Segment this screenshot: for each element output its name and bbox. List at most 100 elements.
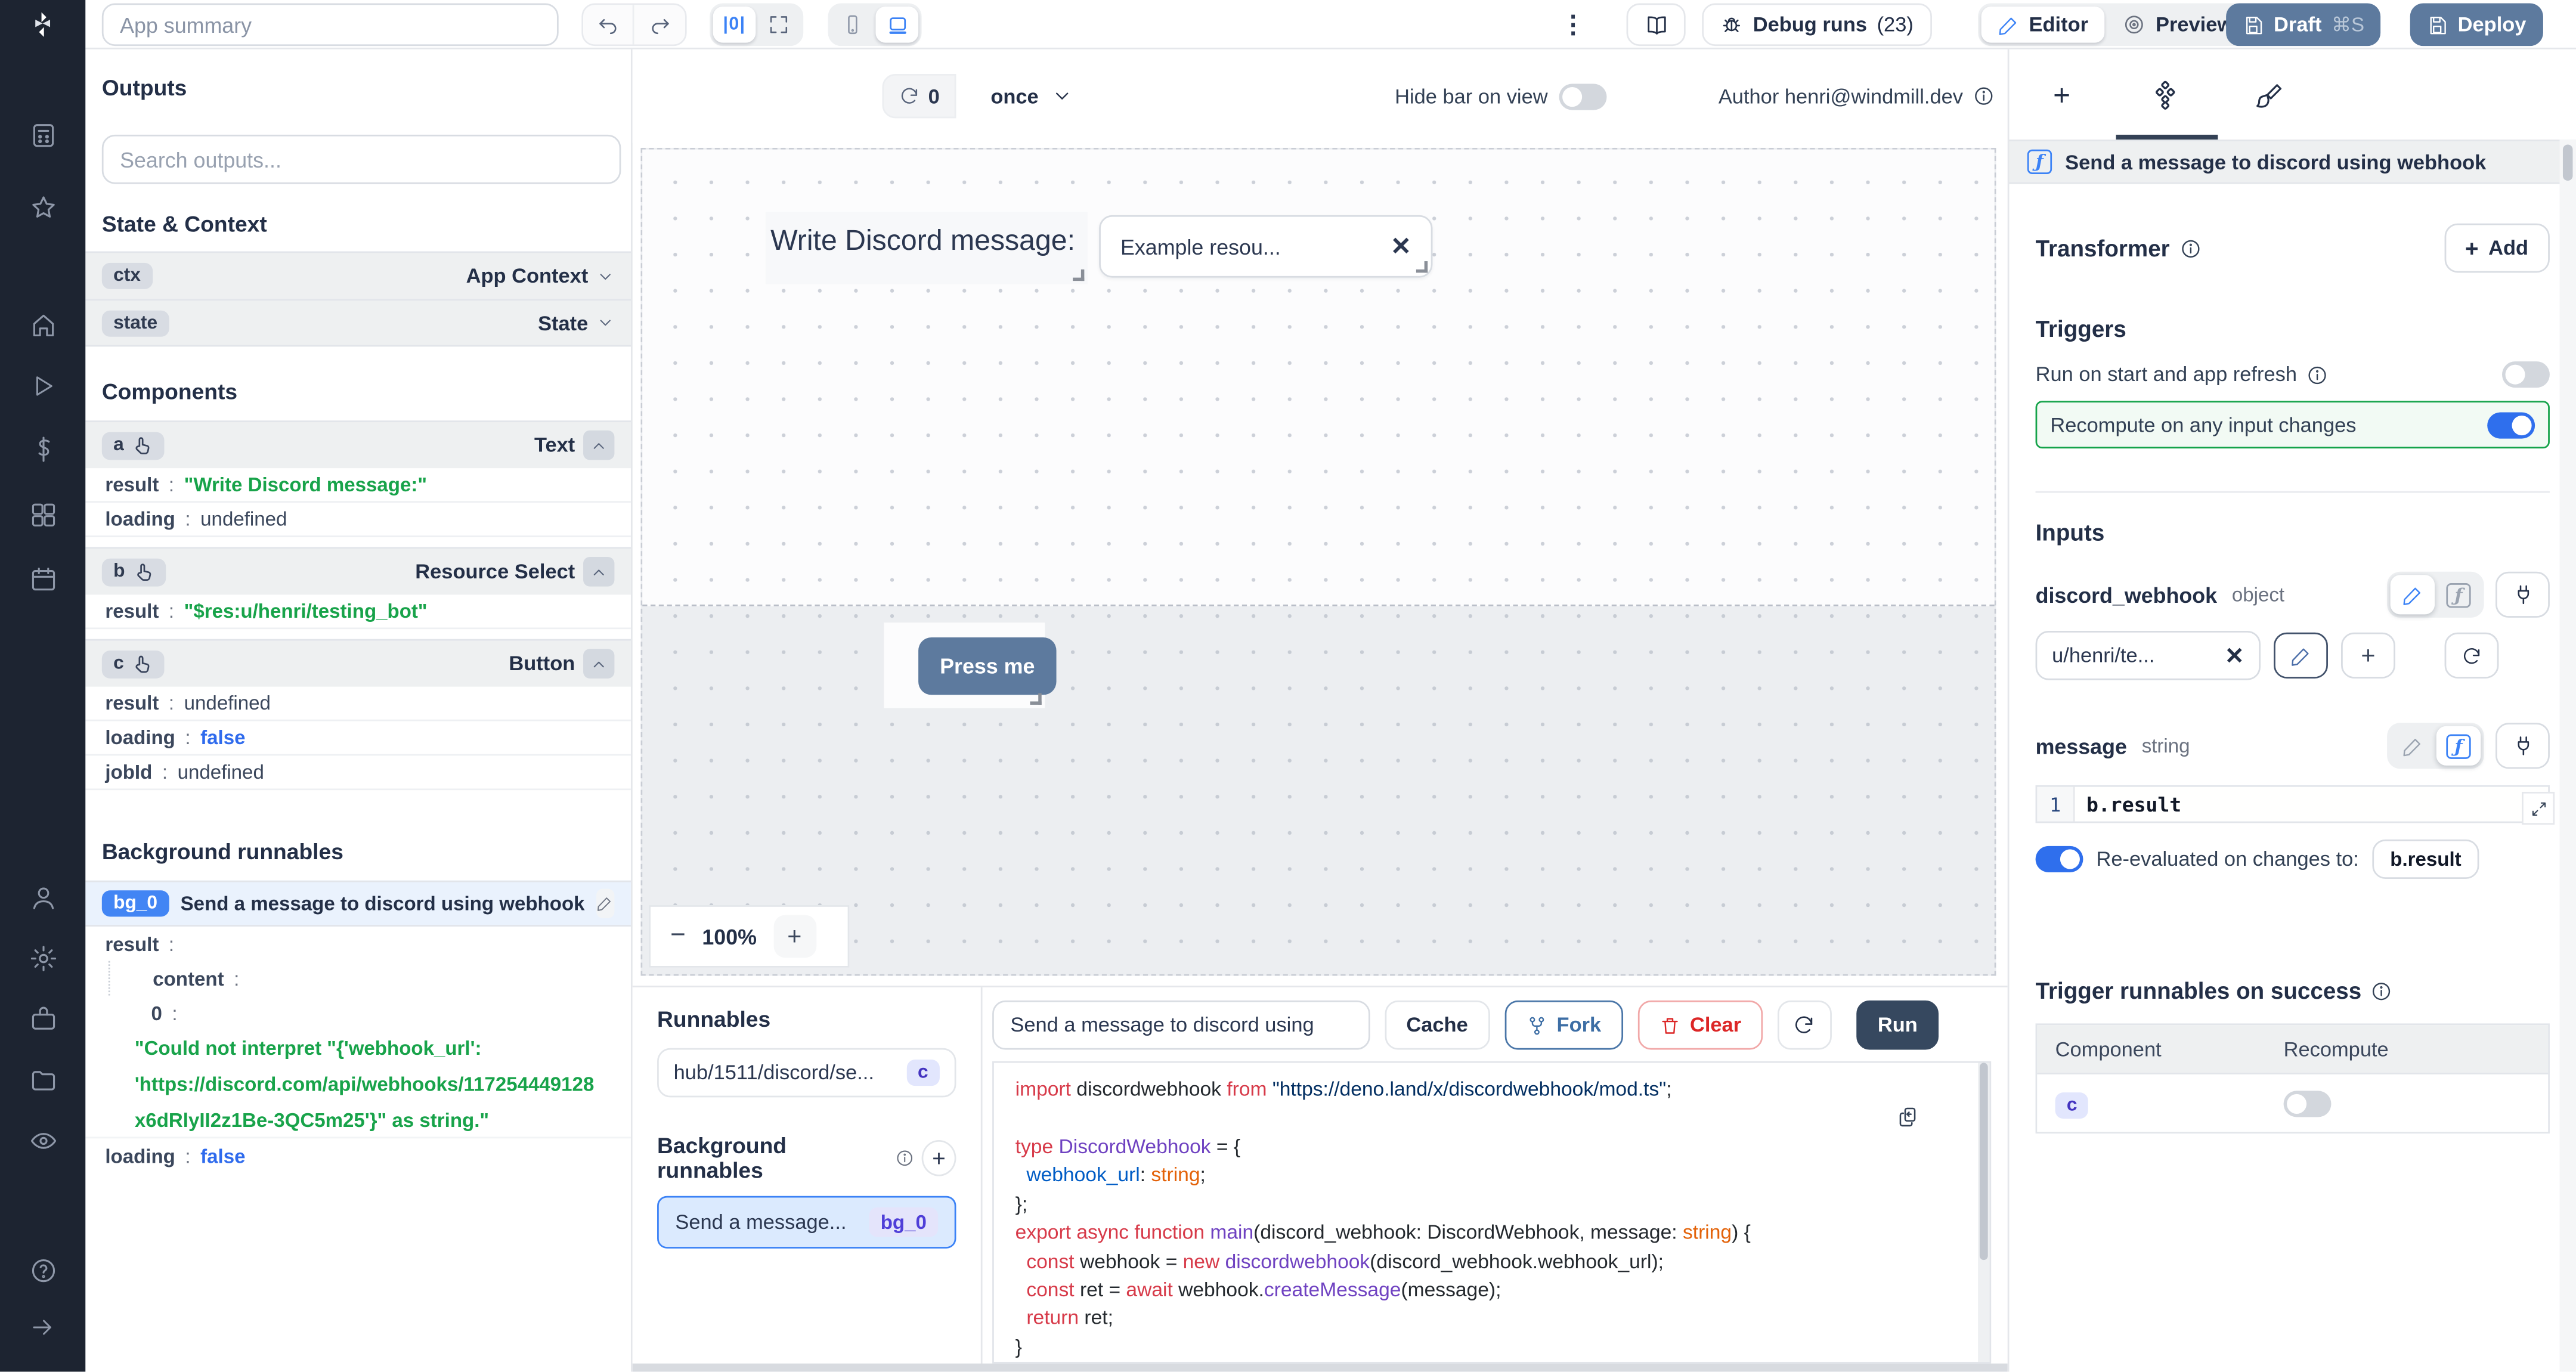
help-icon[interactable] [0,1245,85,1294]
insert-tab[interactable]: + [2029,72,2095,118]
app-summary-input[interactable] [102,4,559,47]
style-tab[interactable] [2236,72,2302,118]
connect-plug-button[interactable] [2496,723,2550,769]
press-me-button[interactable]: Press me [918,637,1056,695]
chevron-down-icon[interactable] [596,267,614,285]
audit-eye-icon[interactable] [0,1116,85,1165]
star-icon[interactable] [0,182,85,232]
run-on-start-toggle[interactable] [2502,361,2550,388]
collapse-button[interactable] [583,431,614,460]
schedules-icon[interactable] [0,553,85,603]
fullwidth-layout-button[interactable] [757,7,800,43]
settings-tab-active[interactable] [2132,72,2198,118]
debug-runs-button[interactable]: Debug runs(23) [1702,4,1931,47]
row-recompute-toggle[interactable] [2284,1090,2332,1116]
recompute-toggle[interactable] [2487,411,2535,438]
collapse-button[interactable] [583,649,614,679]
state-row[interactable]: state State [85,299,631,346]
info-icon[interactable] [1973,85,1995,107]
info-icon[interactable] [894,1148,913,1168]
text-component[interactable]: Write Discord message: [766,212,1088,284]
info-icon[interactable] [2371,980,2393,1001]
refresh-resource-button[interactable] [2445,633,2499,679]
refresh-count-chip[interactable]: 0 [882,74,956,118]
code-vertical-scrollbar[interactable] [1978,1063,1989,1362]
copy-icon[interactable] [1897,1106,1921,1129]
reeval-badge[interactable]: b.result [2372,840,2479,879]
trash-icon [1659,1015,1680,1036]
workers-icon[interactable] [0,994,85,1043]
input-mode-group: ƒ [2387,572,2484,618]
run-button[interactable]: Run [1856,1001,1939,1050]
resource-value-select[interactable]: u/henri/te... ✕ [2036,631,2261,680]
resize-handle[interactable] [1073,270,1084,281]
center-layout-button[interactable]: |0| [713,7,756,43]
horizontal-scrollbar[interactable] [633,1364,2008,1372]
code-editor[interactable]: import discordwebhook from "https://deno… [992,1061,1991,1364]
chevron-down-icon[interactable] [596,314,614,332]
undo-button[interactable] [583,4,634,47]
clear-resource-icon[interactable]: ✕ [2225,642,2244,670]
add-resource-button[interactable]: + [2341,633,2395,679]
app-surface[interactable]: Write Discord message: Example resou... … [642,150,1994,606]
info-icon[interactable] [2307,364,2329,385]
refresh-code-button[interactable] [1778,1001,1832,1050]
zoom-in-button[interactable]: + [773,915,816,958]
eval-mode-button[interactable]: ƒ [2436,575,2481,614]
cache-button[interactable]: Cache [1385,1001,1490,1050]
eval-mode-button[interactable]: ƒ [2436,726,2481,766]
runs-icon[interactable] [0,361,85,411]
folders-icon[interactable] [0,1055,85,1104]
resource-select-component[interactable]: Example resou... ✕ [1099,215,1432,278]
static-mode-button[interactable] [2391,726,2435,766]
bg-runnable-row[interactable]: bg_0 Send a message to discord using web… [85,881,631,927]
redo-button[interactable] [634,4,685,47]
component-row-a[interactable]: a Text [85,420,631,468]
add-transformer-button[interactable]: +Add [2444,224,2550,273]
draft-button[interactable]: Draft⌘S [2226,4,2380,47]
runnable-name-input[interactable] [992,1001,1370,1050]
resize-handle[interactable] [1030,693,1041,705]
canvas-region: 0 once Hide bar on view Author henri@win… [633,49,2008,1372]
home-icon[interactable] [0,301,85,350]
deploy-button[interactable]: Deploy [2410,4,2543,47]
app-canvas[interactable]: Write Discord message: Example resou... … [640,148,1996,976]
fork-button[interactable]: Fork [1504,1001,1623,1050]
collapse-arrow-icon[interactable] [0,1303,85,1352]
expr-value[interactable]: b.result [2075,787,2548,822]
resize-handle[interactable] [1416,261,1428,272]
bg-runnable-item-selected[interactable]: Send a message... bg_0 [657,1196,956,1249]
collapse-button[interactable] [583,557,614,587]
component-row-c[interactable]: c Button [85,639,631,687]
apps-icon[interactable] [0,110,85,160]
runnable-item[interactable]: hub/1511/discord/se... c [657,1048,956,1098]
hide-bar-toggle[interactable] [1559,83,1607,109]
clear-button[interactable]: Clear [1637,1001,1763,1050]
docs-button[interactable] [1627,4,1686,47]
component-row-b[interactable]: b Resource Select [85,547,631,594]
expr-editor[interactable]: 1 b.result [2036,785,2550,823]
add-bg-runnable-button[interactable]: + [922,1141,956,1177]
reeval-toggle[interactable] [2036,846,2083,872]
desktop-view-button[interactable] [875,7,918,43]
mobile-view-button[interactable] [831,7,874,43]
search-outputs-input[interactable] [102,135,621,184]
editor-tab[interactable]: Editor [1981,7,2105,43]
variables-icon[interactable] [0,424,85,473]
connect-plug-button[interactable] [2496,572,2550,618]
ctx-row[interactable]: ctx App Context [85,252,631,299]
edit-pencil-icon[interactable] [596,889,615,919]
windmill-logo-icon[interactable] [0,0,85,49]
user-icon[interactable] [0,872,85,922]
info-icon[interactable] [2179,237,2201,259]
static-mode-button[interactable] [2391,575,2435,614]
frequency-dropdown[interactable]: once [990,85,1073,108]
edit-resource-button[interactable] [2274,633,2328,679]
zoom-out-button[interactable]: − [670,922,686,952]
more-menu-button[interactable]: ⋮ [1561,0,1585,49]
resources-icon[interactable] [0,490,85,539]
inspector-scrollbar[interactable] [2559,140,2576,1372]
clear-select-icon[interactable]: ✕ [1391,231,1411,261]
expand-icon[interactable] [2522,792,2555,825]
settings-gear-icon[interactable] [0,933,85,983]
